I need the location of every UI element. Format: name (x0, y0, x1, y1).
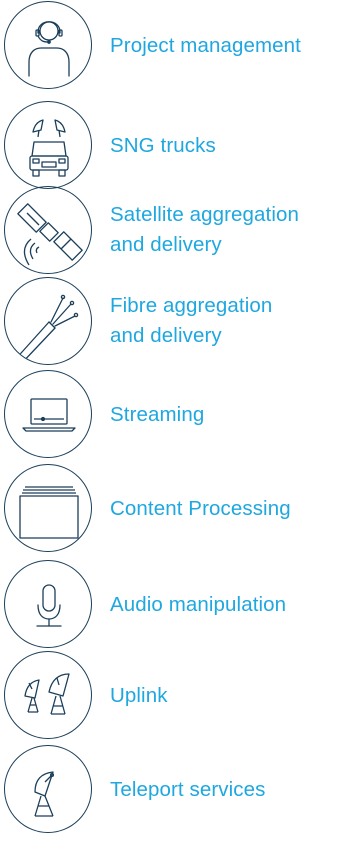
headset-person-icon (4, 1, 92, 89)
microphone-icon (4, 560, 92, 648)
fibre-cable-icon (4, 277, 92, 365)
satellite-icon (4, 186, 92, 274)
laptop-stream-icon (4, 370, 92, 458)
service-label: Audio manipulation (110, 593, 287, 616)
service-label: Uplink (110, 684, 168, 707)
service-label: Fibre aggregation and delivery (110, 294, 273, 347)
sng-truck-icon (4, 101, 92, 189)
satellite-dish-icon (4, 745, 92, 833)
service-label: SNG trucks (110, 134, 216, 157)
service-label: Content Processing (110, 497, 291, 520)
service-label: Teleport services (110, 778, 266, 801)
stacked-windows-icon (4, 464, 92, 552)
service-label: Streaming (110, 403, 205, 426)
service-label: Satellite aggregation and delivery (110, 203, 300, 256)
service-label: Project management (110, 34, 301, 57)
satellite-dishes-icon (4, 651, 92, 739)
